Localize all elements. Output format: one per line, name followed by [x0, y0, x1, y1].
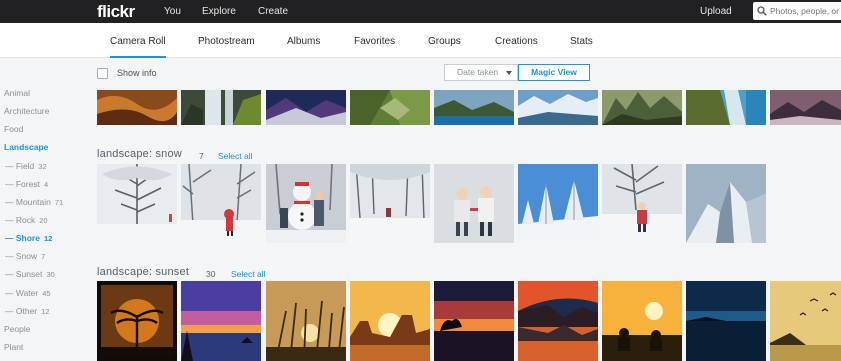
- sidebar-item-label: — Snow: [5, 251, 38, 261]
- section-count-snow: 7: [199, 151, 204, 161]
- tab-photostream[interactable]: Photostream: [198, 23, 255, 58]
- select-all-sunset-button[interactable]: Select all: [231, 269, 266, 279]
- photo-thumbnail[interactable]: [350, 90, 430, 125]
- sidebar-item-rock[interactable]: — Rock 20: [5, 215, 48, 225]
- sidebar-item-animal[interactable]: Animal: [4, 88, 30, 98]
- photo-thumbnail[interactable]: [686, 90, 766, 125]
- sidebar-item-architecture[interactable]: Architecture: [4, 106, 49, 116]
- search-input[interactable]: [770, 6, 841, 16]
- photo-thumbnail[interactable]: [266, 90, 346, 125]
- sidebar-item-count: 7: [41, 252, 46, 261]
- photo-thumbnail[interactable]: [686, 281, 766, 361]
- sidebar-item-people[interactable]: People: [4, 324, 30, 334]
- tab-stats[interactable]: Stats: [570, 23, 593, 58]
- top-bar: flickr You Explore Create Upload: [0, 0, 841, 23]
- sort-dropdown[interactable]: Date taken: [444, 64, 518, 81]
- sidebar-item-count: 20: [39, 216, 48, 225]
- photo-thumbnail[interactable]: [434, 281, 514, 361]
- flickr-logo[interactable]: flickr: [97, 0, 135, 23]
- sidebar-item-other[interactable]: — Other 12: [5, 306, 49, 316]
- tab-favorites[interactable]: Favorites: [354, 23, 395, 58]
- magic-view-sidebar: Animal Architecture Food Landscape — Fie…: [0, 58, 90, 361]
- sidebar-item-label: — Mountain: [5, 197, 51, 207]
- nav-explore[interactable]: Explore: [202, 0, 236, 23]
- flickr-camera-roll-page: flickr You Explore Create Upload Camera …: [0, 0, 841, 361]
- sidebar-item-label: — Forest: [5, 179, 40, 189]
- photo-thumbnail[interactable]: [181, 281, 261, 361]
- section-count-sunset: 30: [206, 269, 216, 279]
- photo-thumbnail[interactable]: [350, 281, 430, 361]
- tab-albums[interactable]: Albums: [287, 23, 320, 58]
- search-icon: [757, 6, 767, 16]
- photo-thumbnail[interactable]: [266, 281, 346, 361]
- sidebar-item-food[interactable]: Food: [4, 124, 23, 134]
- photo-thumbnail[interactable]: [518, 281, 598, 361]
- sidebar-item-count: 4: [43, 180, 49, 189]
- photo-thumbnail[interactable]: [602, 164, 682, 243]
- photo-thumbnail[interactable]: [434, 90, 514, 125]
- photo-thumbnail[interactable]: [181, 90, 261, 125]
- section-title-snow: landscape: snow: [97, 148, 182, 160]
- select-all-snow-button[interactable]: Select all: [218, 151, 253, 161]
- sidebar-item-count: 32: [38, 162, 47, 171]
- sidebar-item-plant[interactable]: Plant: [4, 342, 23, 352]
- nav-create[interactable]: Create: [258, 0, 288, 23]
- photo-thumbnail[interactable]: [350, 164, 430, 243]
- photo-thumbnail[interactable]: [266, 164, 346, 243]
- sidebar-item-forest[interactable]: — Forest 4: [5, 179, 48, 189]
- show-info-label[interactable]: Show info: [117, 68, 157, 78]
- magic-view-button[interactable]: Magic View: [518, 64, 590, 81]
- sidebar-item-sunset[interactable]: — Sunset 30: [5, 269, 55, 279]
- sidebar-item-shore[interactable]: — Shore 12: [5, 233, 52, 243]
- photo-thumbnail[interactable]: [97, 281, 177, 361]
- photo-thumbnail[interactable]: [518, 90, 598, 125]
- sidebar-item-label: — Other: [5, 306, 38, 316]
- search-box[interactable]: [753, 2, 841, 20]
- sidebar-item-mountain[interactable]: — Mountain 71: [5, 197, 63, 207]
- show-info-checkbox[interactable]: [97, 68, 108, 79]
- photo-thumbnail[interactable]: [181, 164, 261, 243]
- sub-navigation: Camera Roll Photostream Albums Favorites…: [0, 23, 841, 58]
- sidebar-item-count: 12: [41, 307, 50, 316]
- sidebar-item-count: 12: [43, 234, 53, 243]
- sidebar-item-label: — Field: [5, 161, 35, 171]
- photo-thumbnail[interactable]: [518, 164, 598, 243]
- nav-you[interactable]: You: [164, 0, 181, 23]
- sidebar-item-water[interactable]: — Water 45: [5, 288, 51, 298]
- photo-thumbnail[interactable]: [770, 90, 841, 125]
- photo-thumbnail[interactable]: [602, 281, 682, 361]
- upload-button[interactable]: Upload: [700, 0, 732, 23]
- tab-groups[interactable]: Groups: [428, 23, 461, 58]
- photo-thumbnail[interactable]: [602, 90, 682, 125]
- tab-camera-roll[interactable]: Camera Roll: [110, 23, 166, 58]
- photo-thumbnail[interactable]: [770, 281, 841, 361]
- sidebar-item-label: — Water: [5, 288, 39, 298]
- sidebar-item-count: 45: [42, 289, 51, 298]
- sidebar-item-count: 71: [54, 198, 64, 207]
- chevron-down-icon: [506, 71, 512, 75]
- sidebar-item-field[interactable]: — Field 32: [5, 161, 47, 171]
- section-title-sunset: landscape: sunset: [97, 266, 190, 278]
- sidebar-item-snow[interactable]: — Snow 7: [5, 251, 45, 261]
- sidebar-item-label: — Rock: [5, 215, 36, 225]
- sidebar-item-label: — Shore: [5, 233, 40, 243]
- sidebar-item-landscape[interactable]: Landscape: [4, 142, 48, 152]
- sidebar-item-label: — Sunset: [5, 269, 43, 279]
- photo-thumbnail[interactable]: [97, 90, 177, 125]
- photo-thumbnail[interactable]: [686, 164, 766, 243]
- sort-dropdown-value: Date taken: [457, 67, 499, 77]
- photo-thumbnail[interactable]: [97, 164, 177, 243]
- photo-thumbnail[interactable]: [434, 164, 514, 243]
- sidebar-item-count: 30: [46, 270, 55, 279]
- tab-creations[interactable]: Creations: [495, 23, 538, 58]
